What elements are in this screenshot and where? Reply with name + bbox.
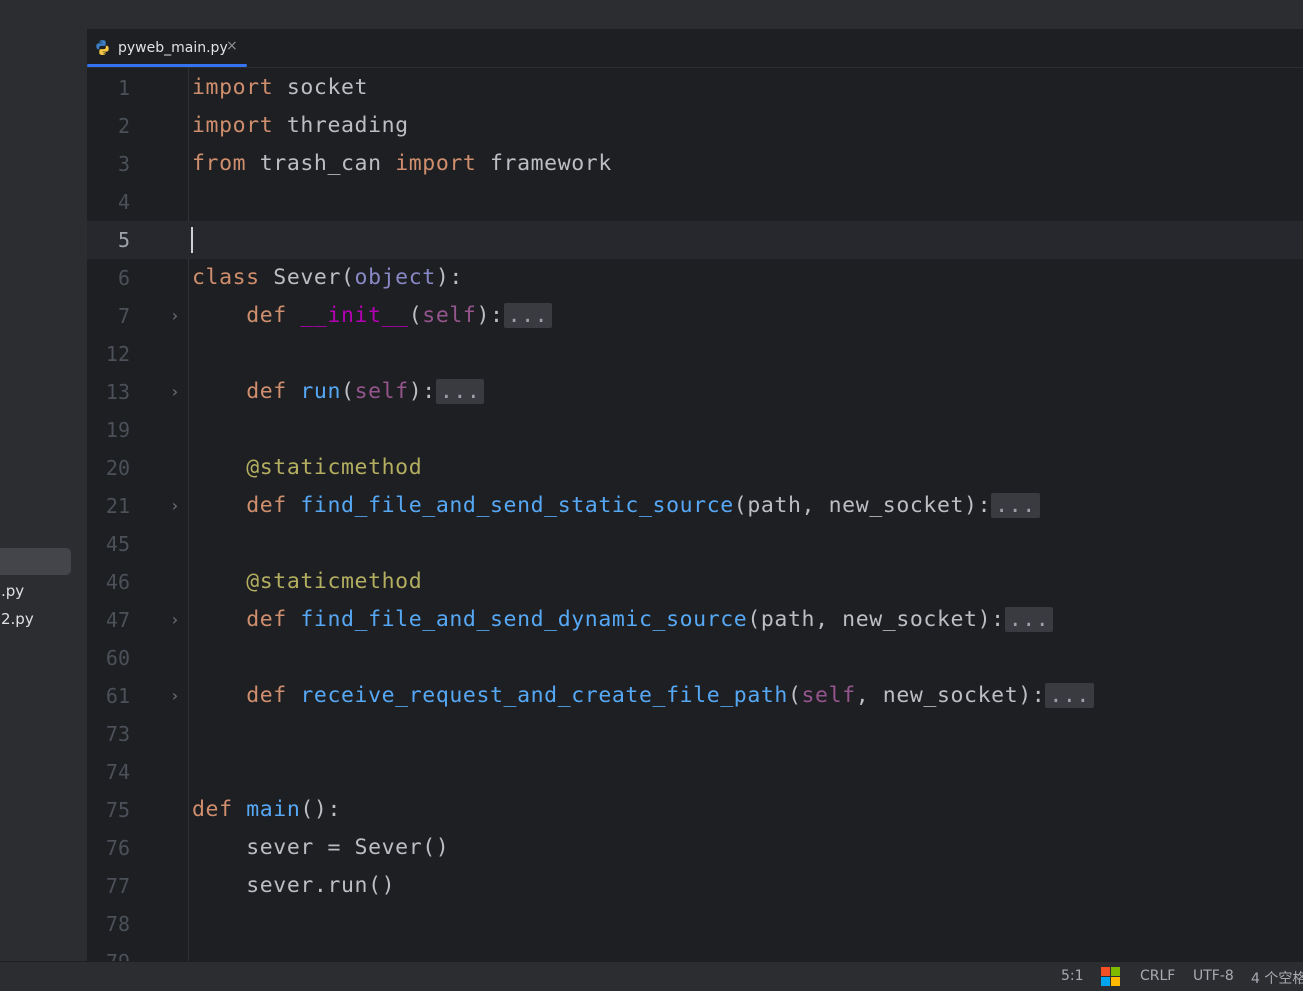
- chevron-right-icon[interactable]: ›: [167, 297, 183, 335]
- code-line[interactable]: 60: [87, 639, 1303, 677]
- code-text: def __init__(self):...: [192, 297, 553, 335]
- code-line[interactable]: 5: [87, 221, 1303, 259]
- title-bar: [0, 0, 1303, 29]
- code-text: def find_file_and_send_static_source(pat…: [192, 487, 1040, 525]
- line-number[interactable]: 46: [87, 563, 130, 601]
- code-text: def run(self):...: [192, 373, 485, 411]
- text-caret: [191, 227, 193, 253]
- code-line[interactable]: 74: [87, 753, 1303, 791]
- project-panel: .py 2.py: [0, 29, 88, 961]
- line-number[interactable]: 12: [87, 335, 130, 373]
- code-line[interactable]: 73: [87, 715, 1303, 753]
- status-bar: 5:1 CRLF UTF-8 4 个空格: [0, 961, 1303, 991]
- chevron-right-icon[interactable]: ›: [167, 677, 183, 715]
- cursor-position[interactable]: 5:1: [1061, 968, 1084, 984]
- line-number[interactable]: 47: [87, 601, 130, 639]
- folded-code-placeholder[interactable]: ...: [1045, 683, 1094, 708]
- line-number[interactable]: 2: [87, 107, 130, 145]
- code-line[interactable]: 7 › def __init__(self):...: [87, 297, 1303, 335]
- line-number[interactable]: 4: [87, 183, 130, 221]
- line-number[interactable]: 20: [87, 449, 130, 487]
- line-number[interactable]: 45: [87, 525, 130, 563]
- windows-logo-icon[interactable]: [1101, 967, 1120, 986]
- folded-code-placeholder[interactable]: ...: [1004, 607, 1054, 632]
- line-number[interactable]: 79: [87, 943, 130, 961]
- close-icon[interactable]: ×: [226, 38, 238, 54]
- code-line[interactable]: 3 from trash_can import framework: [87, 145, 1303, 183]
- code-text: @staticmethod: [246, 569, 423, 594]
- project-selected-row[interactable]: [0, 548, 71, 575]
- code-text: import socket: [192, 75, 369, 100]
- code-text: class Sever(object):: [192, 265, 463, 290]
- code-line[interactable]: 46 @staticmethod: [87, 563, 1303, 601]
- line-number[interactable]: 3: [87, 145, 130, 183]
- code-line[interactable]: 75 def main():: [87, 791, 1303, 829]
- code-text: def main():: [192, 797, 342, 822]
- line-number[interactable]: 74: [87, 753, 130, 791]
- code-line[interactable]: 79: [87, 943, 1303, 961]
- code-line[interactable]: 20 @staticmethod: [87, 449, 1303, 487]
- code-line[interactable]: 61 › def receive_request_and_create_file_…: [87, 677, 1303, 715]
- code-text: def receive_request_and_create_file_path…: [192, 677, 1094, 715]
- code-text: @staticmethod: [246, 455, 423, 480]
- code-text: sever.run(): [246, 873, 396, 898]
- code-line[interactable]: 2 import threading: [87, 107, 1303, 145]
- code-editor[interactable]: 1 import socket 2 import threading 3 from tra…: [87, 68, 1303, 961]
- line-number[interactable]: 7: [87, 297, 130, 335]
- folded-code-placeholder[interactable]: ...: [991, 493, 1040, 518]
- code-line[interactable]: 1 import socket: [87, 69, 1303, 107]
- project-file-item[interactable]: .py: [1, 582, 24, 600]
- code-line[interactable]: 45: [87, 525, 1303, 563]
- line-number[interactable]: 1: [87, 69, 130, 107]
- line-number[interactable]: 75: [87, 791, 130, 829]
- python-file-icon: [96, 40, 109, 55]
- tab-pyweb-main[interactable]: pyweb_main.py ×: [87, 29, 247, 67]
- project-file-item[interactable]: 2.py: [1, 610, 34, 628]
- line-number[interactable]: 21: [87, 487, 130, 525]
- code-text: sever = Sever(): [246, 835, 450, 860]
- indent-selector[interactable]: 4 个空格: [1251, 968, 1303, 988]
- folded-code-placeholder[interactable]: ...: [503, 303, 553, 328]
- code-line[interactable]: 13 › def run(self):...: [87, 373, 1303, 411]
- code-line[interactable]: 4: [87, 183, 1303, 221]
- code-line[interactable]: 21 › def find_file_and_send_static_source…: [87, 487, 1303, 525]
- encoding-selector[interactable]: UTF-8: [1193, 968, 1234, 984]
- code-text: import threading: [192, 113, 409, 138]
- line-number[interactable]: 6: [87, 259, 130, 297]
- code-line[interactable]: 47 › def find_file_and_send_dynamic_sourc…: [87, 601, 1303, 639]
- code-line[interactable]: 12: [87, 335, 1303, 373]
- chevron-right-icon[interactable]: ›: [167, 601, 183, 639]
- code-text: def find_file_and_send_dynamic_source(pa…: [192, 601, 1054, 639]
- chevron-right-icon[interactable]: ›: [167, 487, 183, 525]
- line-number[interactable]: 61: [87, 677, 130, 715]
- line-number[interactable]: 77: [87, 867, 130, 905]
- chevron-right-icon[interactable]: ›: [167, 373, 183, 411]
- editor-tab-bar: pyweb_main.py ×: [87, 29, 1303, 68]
- active-tab-indicator: [87, 64, 247, 67]
- code-line[interactable]: 77 sever.run(): [87, 867, 1303, 905]
- line-number[interactable]: 60: [87, 639, 130, 677]
- code-line[interactable]: 76 sever = Sever(): [87, 829, 1303, 867]
- code-line[interactable]: 78: [87, 905, 1303, 943]
- line-number[interactable]: 76: [87, 829, 130, 867]
- line-number[interactable]: 19: [87, 411, 130, 449]
- line-number[interactable]: 5: [87, 221, 130, 259]
- code-line[interactable]: 6 class Sever(object):: [87, 259, 1303, 297]
- folded-code-placeholder[interactable]: ...: [435, 379, 485, 404]
- tab-label: pyweb_main.py: [118, 40, 228, 56]
- code-line[interactable]: 19: [87, 411, 1303, 449]
- line-number[interactable]: 13: [87, 373, 130, 411]
- line-number[interactable]: 73: [87, 715, 130, 753]
- line-ending-selector[interactable]: CRLF: [1140, 968, 1175, 984]
- line-number[interactable]: 78: [87, 905, 130, 943]
- code-text: from trash_can import framework: [192, 151, 612, 176]
